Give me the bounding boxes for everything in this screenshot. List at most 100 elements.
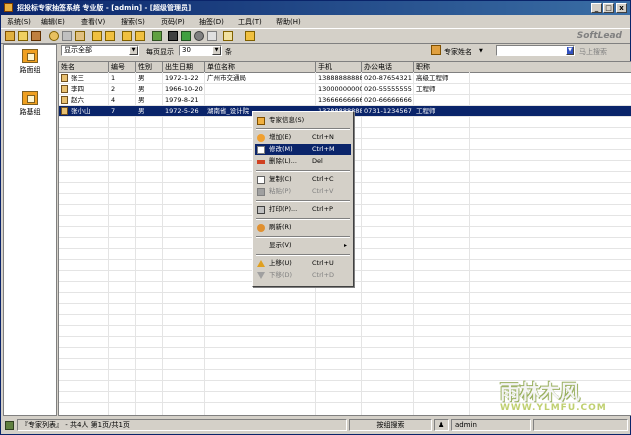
globe-icon[interactable] [194, 31, 204, 41]
grid-icon[interactable] [62, 31, 72, 41]
cell-mobile: 13888888888 [318, 74, 362, 82]
col-company[interactable]: 单位名称 [205, 62, 316, 72]
group-label: 路基组 [19, 108, 41, 116]
search-input[interactable]: ▼ [496, 45, 575, 56]
menu-system[interactable]: 系统(S) [7, 17, 31, 27]
title-bar[interactable]: 招投标专家抽签系统 专业版 - [admin] - [超级管理员] _ □ x [1, 1, 630, 15]
menu-item-expert-info[interactable]: 专家信息(S) [255, 115, 351, 126]
menu-item-refresh[interactable]: 刷新(R) [255, 222, 351, 233]
col-title[interactable]: 职称 [414, 62, 631, 72]
per-page-unit: 条 [225, 48, 232, 56]
delete-icon [257, 160, 265, 164]
menu-draw[interactable]: 抽签(D) [199, 17, 224, 27]
menu-item-move-down[interactable]: 下移(D) Ctrl+D [255, 270, 351, 281]
col-mobile[interactable]: 手机 [316, 62, 362, 72]
next-page-icon[interactable] [105, 31, 115, 41]
menu-view[interactable]: 查看(V) [81, 17, 105, 27]
cell-name: 张三 [71, 74, 84, 82]
cell-mobile: 13000000000 [318, 85, 362, 93]
chevron-down-icon[interactable]: ▼ [212, 46, 221, 55]
cell-id: 4 [111, 96, 116, 104]
menu-item-delete[interactable]: 删除(L)... Del [255, 156, 351, 167]
lottery-icon[interactable] [223, 31, 233, 41]
menu-item-display[interactable]: 显示(V) ▸ [255, 240, 351, 251]
device-icon[interactable] [168, 31, 178, 41]
expert-icon [431, 45, 441, 55]
watermark-logo: 雨林木风 WWW.YLMFU.COM [494, 374, 624, 418]
cell-company [205, 95, 316, 105]
list-icon[interactable] [75, 31, 85, 41]
open-icon[interactable] [5, 31, 15, 41]
group-folder-icon [22, 91, 38, 105]
watermark-brand: 雨林木风 [500, 380, 580, 404]
prev-page-icon[interactable] [92, 31, 102, 41]
menu-help[interactable]: 帮助(H) [276, 17, 301, 27]
search-button[interactable]: 马上搜索 [579, 47, 607, 57]
menu-search[interactable]: 搜索(S) [121, 17, 145, 27]
cell-gender: 男 [138, 85, 145, 93]
first-page-icon[interactable] [122, 31, 132, 41]
cell-name: 张小山 [71, 107, 91, 115]
context-menu: 专家信息(S) 增加(E) Ctrl+N 修改(M) Ctrl+M 删除(L).… [252, 111, 354, 287]
dropdown-icon[interactable]: ▼ [566, 46, 574, 55]
col-office-phone[interactable]: 办公电话 [362, 62, 414, 72]
group-panel: 路面组 路基组 [3, 44, 57, 416]
menu-edit[interactable]: 编辑(E) [41, 17, 65, 27]
dropdown-arrow-icon[interactable] [207, 31, 217, 41]
close-button[interactable]: x [616, 3, 627, 13]
cell-title: 工程师 [416, 107, 436, 115]
print-icon [257, 206, 265, 214]
exit-icon[interactable] [245, 31, 255, 41]
show-filter-select[interactable]: 显示全部 ▼ [61, 45, 139, 56]
group-item-road-surface[interactable]: 路面组 [4, 49, 56, 75]
person-icon [61, 96, 68, 104]
menu-tools[interactable]: 工具(T) [238, 17, 262, 27]
menu-item-copy[interactable]: 复制(C) Ctrl+C [255, 174, 351, 185]
folder-icon[interactable] [18, 31, 28, 41]
person-icon [61, 107, 68, 115]
cell-id: 1 [111, 74, 116, 82]
per-page-select[interactable]: 30 ▼ [179, 45, 222, 56]
cell-birthdate: 1979-8-21 [165, 96, 199, 104]
person-icon [61, 74, 68, 82]
menu-item-print[interactable]: 打印(P)... Ctrl+P [255, 204, 351, 215]
status-icon [5, 421, 14, 430]
refresh-icon [257, 224, 265, 232]
minimize-button[interactable]: _ [591, 3, 602, 13]
status-list-info: 『专家列表』 - 共4人 第1页/共1页 [17, 419, 347, 431]
menu-item-edit[interactable]: 修改(M) Ctrl+M [255, 144, 351, 155]
menu-item-move-up[interactable]: 上移(U) Ctrl+U [255, 258, 351, 269]
menu-item-add[interactable]: 增加(E) Ctrl+N [255, 132, 351, 143]
maximize-button[interactable]: □ [603, 3, 614, 13]
down-icon [257, 272, 265, 279]
menu-item-paste[interactable]: 粘贴(P) Ctrl+V [255, 186, 351, 197]
cell-gender: 男 [138, 74, 145, 82]
add-icon [257, 134, 265, 142]
status-bar: 『专家列表』 - 共4人 第1页/共1页 按组搜索 ♟ admin [1, 418, 630, 433]
search-icon[interactable] [49, 31, 59, 41]
group-item-roadbed[interactable]: 路基组 [4, 91, 56, 117]
user-icon: ♟ [434, 419, 449, 431]
col-gender[interactable]: 性别 [136, 62, 163, 72]
last-page-icon[interactable] [135, 31, 145, 41]
table-row[interactable]: 李四 2 男 1966-10-20 13000000000 020-555555… [59, 84, 631, 94]
cell-gender: 男 [138, 96, 145, 104]
col-birthdate[interactable]: 出生日期 [163, 62, 205, 72]
cell-birthdate: 1972-5-26 [165, 107, 199, 115]
search-field-select[interactable]: 专家姓名 [444, 47, 472, 57]
copy-icon [257, 176, 265, 184]
cell-title: 高级工程师 [416, 74, 449, 82]
cell-id: 7 [111, 107, 116, 115]
save-icon[interactable] [152, 31, 162, 41]
table-row[interactable]: 张三 1 男 1972-1-22 广州市交通局 13888888888 020-… [59, 73, 631, 83]
col-name[interactable]: 姓名 [59, 62, 109, 72]
book-icon[interactable] [31, 31, 41, 41]
export-icon[interactable] [181, 31, 191, 41]
table-row[interactable]: 赵六 4 男 1979-8-21 13666666666 020-6666666… [59, 95, 631, 105]
window-title: 招投标专家抽签系统 专业版 - [admin] - [超级管理员] [17, 4, 192, 12]
caret-down-icon[interactable]: ▼ [479, 48, 483, 54]
chevron-down-icon[interactable]: ▼ [129, 46, 138, 55]
col-id[interactable]: 编号 [109, 62, 136, 72]
menu-page[interactable]: 页码(P) [161, 17, 185, 27]
group-folder-icon [22, 49, 38, 63]
